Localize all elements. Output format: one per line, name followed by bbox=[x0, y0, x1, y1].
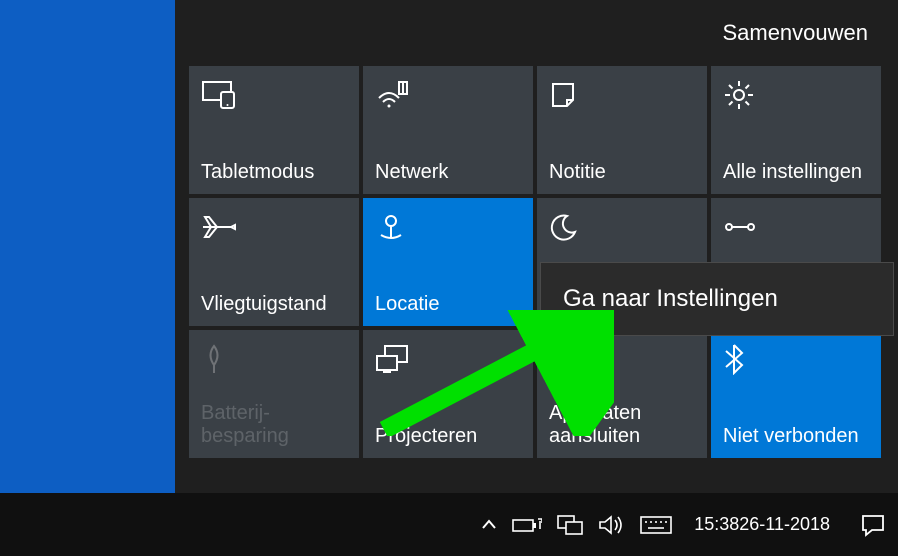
tile-location[interactable]: Locatie bbox=[363, 198, 533, 326]
tile-note[interactable]: Notitie bbox=[537, 66, 707, 194]
clock-time: 15:38 bbox=[694, 514, 739, 536]
tile-battery-saver[interactable]: Batterij- besparing bbox=[189, 330, 359, 458]
tile-network[interactable]: Netwerk bbox=[363, 66, 533, 194]
network-tray-icon[interactable] bbox=[556, 493, 584, 556]
bluetooth-icon bbox=[723, 342, 763, 376]
vpn-icon bbox=[723, 210, 763, 244]
desktop-background-strip bbox=[0, 0, 175, 493]
tile-tablet-mode[interactable]: Tabletmodus bbox=[189, 66, 359, 194]
tile-all-settings[interactable]: Alle instellingen bbox=[711, 66, 881, 194]
tile-airplane-mode[interactable]: Vliegtuigstand bbox=[189, 198, 359, 326]
tile-label: Projecteren bbox=[375, 425, 521, 448]
input-keyboard-icon[interactable] bbox=[640, 493, 672, 556]
collapse-button[interactable]: Samenvouwen bbox=[722, 20, 868, 46]
connect-icon bbox=[549, 342, 589, 376]
tile-label: Vliegtuigstand bbox=[201, 293, 347, 316]
context-menu-item-settings[interactable]: Ga naar Instellingen bbox=[563, 285, 778, 313]
action-center-tray-icon[interactable] bbox=[858, 510, 888, 540]
tile-label: Apparaten aansluiten bbox=[549, 402, 695, 448]
tile-label: Alle instellingen bbox=[723, 161, 869, 184]
tile-label: Locatie bbox=[375, 293, 521, 316]
tile-label: Batterij- besparing bbox=[201, 402, 347, 448]
clock-date: 26-11-2018 bbox=[739, 514, 830, 536]
volume-icon[interactable] bbox=[598, 493, 626, 556]
tile-project[interactable]: Projecteren bbox=[363, 330, 533, 458]
project-icon bbox=[375, 342, 415, 376]
tile-connect[interactable]: Apparaten aansluiten bbox=[537, 330, 707, 458]
power-icon[interactable] bbox=[512, 493, 542, 556]
note-icon bbox=[549, 78, 589, 112]
action-center-panel: Samenvouwen Tabletmodus bbox=[175, 0, 898, 493]
leaf-icon bbox=[201, 342, 241, 376]
gear-icon bbox=[723, 78, 763, 112]
context-menu: Ga naar Instellingen bbox=[540, 262, 894, 336]
wifi-icon bbox=[375, 78, 415, 112]
tile-label: Netwerk bbox=[375, 161, 521, 184]
tile-label: Niet verbonden bbox=[723, 425, 869, 448]
tablet-icon bbox=[201, 78, 241, 112]
tile-label: Notitie bbox=[549, 161, 695, 184]
tile-bluetooth[interactable]: Niet verbonden bbox=[711, 330, 881, 458]
location-icon bbox=[375, 210, 415, 244]
airplane-icon bbox=[201, 210, 241, 244]
taskbar: 15:38 26-11-2018 bbox=[0, 493, 898, 556]
tray-overflow-chevron[interactable] bbox=[480, 493, 498, 556]
tile-label: Tabletmodus bbox=[201, 161, 347, 184]
taskbar-clock[interactable]: 15:38 26-11-2018 bbox=[686, 493, 838, 556]
moon-icon bbox=[549, 210, 589, 244]
